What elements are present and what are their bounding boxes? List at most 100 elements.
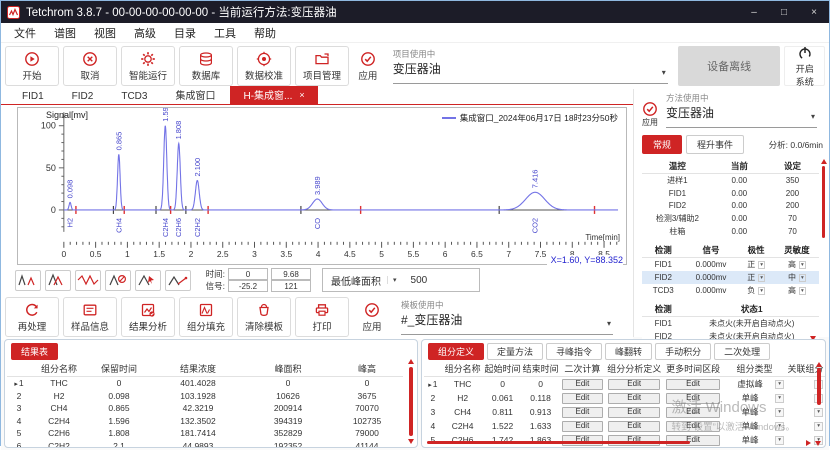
scroll-down-icon[interactable] <box>408 439 414 444</box>
peak-marker-icon[interactable] <box>135 270 161 291</box>
edit-button[interactable]: Edit <box>666 379 719 390</box>
table-row[interactable]: 进样10.00350 <box>642 174 819 188</box>
temperature-scrollbar[interactable] <box>821 159 826 238</box>
chevron-down-icon[interactable]: ▾ <box>758 261 765 269</box>
peak-delete-icon[interactable] <box>105 270 131 291</box>
table-row[interactable]: FID10.00200 <box>642 187 819 200</box>
def-tab-5[interactable]: 二次处理 <box>714 343 770 360</box>
edit-button[interactable]: Edit <box>562 421 602 432</box>
def-tab-1[interactable]: 定量方法 <box>487 343 543 360</box>
method-select[interactable]: 方法使用中 变压器油 ▾ <box>666 93 817 128</box>
table-row[interactable]: 5C2H61.808181.741435282979000 <box>7 427 403 440</box>
edit-button[interactable]: Edit <box>666 421 719 432</box>
scroll-right-icon[interactable] <box>806 440 811 446</box>
signal-max-field[interactable]: 121 <box>271 280 311 292</box>
tab-h-integration-active[interactable]: H-集成窗...× <box>230 86 317 104</box>
tab--[interactable]: 集成窗口 <box>162 86 228 104</box>
scroll-up-icon[interactable] <box>821 159 827 164</box>
edit-button[interactable]: Edit <box>666 393 719 404</box>
results-column-header[interactable]: 组分名称 <box>31 361 87 377</box>
menu-view[interactable]: 视图 <box>85 25 125 41</box>
toolbar-button-1[interactable]: 取消 <box>63 46 117 86</box>
time-max-field[interactable]: 9.68 <box>271 268 311 280</box>
table-row[interactable]: 2H20.098103.1928106263675 <box>7 390 403 403</box>
table-row[interactable]: 4C2H41.596132.3502394319102735 <box>7 415 403 428</box>
table-row[interactable]: ▸1THC00EditEditEdit虚拟峰▾▾ <box>424 377 825 392</box>
tab-fid2[interactable]: FID2 <box>59 90 107 104</box>
toolbar-button-5[interactable]: 项目管理 <box>295 46 349 86</box>
toolbar-button-2[interactable]: 智能运行 <box>121 46 175 86</box>
peak-valley-icon[interactable] <box>75 270 101 291</box>
definition-column-header[interactable]: 更多时间区段 <box>663 361 723 377</box>
component-type-select[interactable]: 单峰▾ <box>724 447 785 448</box>
min-peak-area-value[interactable]: 500 <box>403 275 471 286</box>
peak-single-icon[interactable] <box>15 270 41 291</box>
def-tab-2[interactable]: 寻峰指令 <box>546 343 602 360</box>
apply-method-button[interactable]: 应用 <box>642 101 658 128</box>
tab-tcd3[interactable]: TCD3 <box>108 90 160 104</box>
definition-hscrollbar[interactable] <box>427 440 803 445</box>
table-row[interactable]: 3CH40.8110.913EditEditEdit单峰▾▾ <box>424 405 825 419</box>
definition-vscrollbar[interactable] <box>815 362 823 437</box>
table-row[interactable]: 2H20.0610.118EditEditEdit单峰▾▾ <box>424 391 825 405</box>
table-row[interactable]: FID1未点火(未开启自动点火) <box>642 317 819 331</box>
menu-file[interactable]: 文件 <box>5 25 45 41</box>
toolbar2-button-3[interactable]: 组分填充 <box>179 297 233 337</box>
edit-button[interactable]: Edit <box>562 379 602 390</box>
definition-column-header[interactable]: 结束时间 <box>522 361 560 377</box>
toolbar-button-0[interactable]: 开始 <box>5 46 59 86</box>
toolbar-button-3[interactable]: 数据库 <box>179 46 233 86</box>
chromatogram-panel[interactable]: 05010000.511.522.533.544.555.566.577.588… <box>17 107 627 265</box>
table-row[interactable]: ▸1THC0401.402800 <box>7 377 403 390</box>
menu-help[interactable]: 帮助 <box>245 25 285 41</box>
toolbar2-button-4[interactable]: 清除模板 <box>237 297 291 337</box>
table-row[interactable]: 3CH40.86542.321920091470070 <box>7 402 403 415</box>
table-row[interactable]: 4C2H41.5221.633EditEditEdit单峰▾▾ <box>424 419 825 433</box>
scroll-down-icon[interactable] <box>815 441 821 446</box>
menu-tools[interactable]: 工具 <box>205 25 245 41</box>
minimize-button[interactable]: – <box>739 1 769 23</box>
def-tab-3[interactable]: 峰翻转 <box>605 343 652 360</box>
toolbar2-button-2[interactable]: 结果分析 <box>121 297 175 337</box>
edit-button[interactable]: Edit <box>608 393 659 404</box>
edit-button[interactable]: Edit <box>562 407 602 418</box>
edit-button[interactable]: Edit <box>608 379 659 390</box>
definition-column-header[interactable]: 组分分析定义 <box>605 361 663 377</box>
menu-advanced[interactable]: 高级 <box>125 25 165 41</box>
power-button[interactable]: 开启系统 <box>784 46 825 86</box>
results-column-header[interactable]: 结果浓度 <box>151 361 245 377</box>
tab-program-events[interactable]: 程升事件 <box>686 135 744 154</box>
chevron-down-icon[interactable]: ▾ <box>799 274 806 282</box>
table-row[interactable]: 柱箱0.0070 <box>642 225 819 238</box>
toolbar2-button-0[interactable]: 再处理 <box>5 297 59 337</box>
peak-double-icon[interactable] <box>45 270 71 291</box>
table-row[interactable]: 检测3/辅助20.0070 <box>642 212 819 225</box>
table-row[interactable]: TCD30.000mv负▾高▾ <box>642 284 819 297</box>
peak-slope-icon[interactable] <box>165 270 191 291</box>
edit-button[interactable]: Edit <box>608 421 659 432</box>
menu-chromatogram[interactable]: 谱图 <box>45 25 85 41</box>
definition-column-header[interactable]: 起始时间 <box>484 361 522 377</box>
results-column-header[interactable]: 保留时间 <box>87 361 151 377</box>
tab-results-table[interactable]: 结果表 <box>11 343 58 360</box>
def-tab-4[interactable]: 手动积分 <box>655 343 711 360</box>
toolbar2-button-5[interactable]: 打印 <box>295 297 349 337</box>
min-peak-area-select[interactable]: 最低峰面积 ▾ 500 <box>322 268 480 292</box>
edit-button[interactable]: Edit <box>562 393 602 404</box>
toolbar-button-4[interactable]: 数据校准 <box>237 46 291 86</box>
chevron-down-icon[interactable]: ▾ <box>799 261 806 269</box>
device-offline-button[interactable]: 设备离线 <box>678 46 781 86</box>
close-button[interactable]: × <box>799 1 829 23</box>
tab-fid1[interactable]: FID1 <box>9 90 57 104</box>
apply-project-button[interactable]: 应用 <box>353 46 383 86</box>
results-column-header[interactable]: 峰高 <box>331 361 403 377</box>
results-column-header[interactable]: 峰面积 <box>245 361 331 377</box>
template-select[interactable]: 模板使用中 #_变压器油 ▾ <box>401 300 613 335</box>
time-min-field[interactable]: 0 <box>228 268 268 280</box>
chevron-down-icon[interactable]: ▾ <box>799 287 806 295</box>
table-row[interactable]: 6C2H22.0242.186EditEditEdit单峰▾▾ <box>424 447 825 448</box>
table-row[interactable]: FID20.00200 <box>642 200 819 213</box>
table-row[interactable]: FID20.000mv正▾中▾ <box>642 271 819 284</box>
menu-catalog[interactable]: 目录 <box>165 25 205 41</box>
table-row[interactable]: 6C2H22.144.989319235241144 <box>7 440 403 449</box>
